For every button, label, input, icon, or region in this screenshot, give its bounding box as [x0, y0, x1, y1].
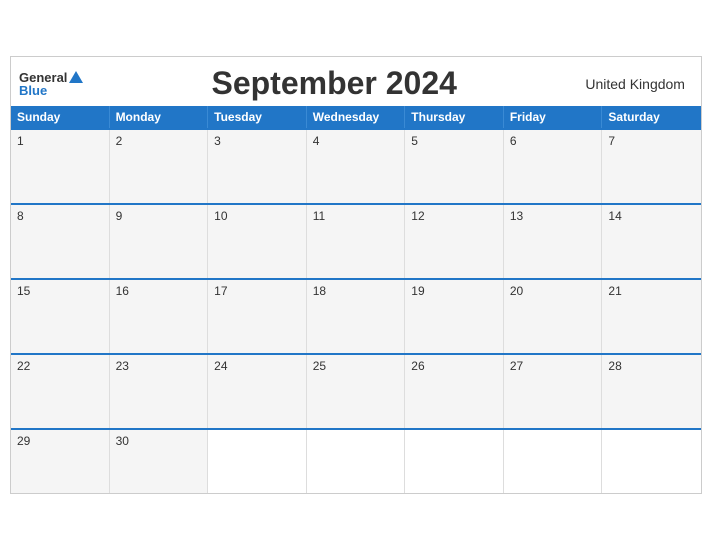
week-row-1: 1 2 3 4 5 6 7: [11, 128, 701, 203]
day-number-20: 20: [510, 284, 523, 298]
day-cell-27: 27: [504, 355, 603, 428]
empty-cell: [602, 430, 701, 493]
day-number-19: 19: [411, 284, 424, 298]
day-cell-11: 11: [307, 205, 406, 278]
day-cell-14: 14: [602, 205, 701, 278]
empty-cell: [307, 430, 406, 493]
day-cell-16: 16: [110, 280, 209, 353]
day-number-23: 23: [116, 359, 129, 373]
day-number-21: 21: [608, 284, 621, 298]
day-number-5: 5: [411, 134, 418, 148]
day-cell-19: 19: [405, 280, 504, 353]
calendar: General Blue September 2024 United Kingd…: [10, 56, 702, 494]
day-number-17: 17: [214, 284, 227, 298]
day-cell-24: 24: [208, 355, 307, 428]
day-number-7: 7: [608, 134, 615, 148]
day-number-3: 3: [214, 134, 221, 148]
day-number-10: 10: [214, 209, 227, 223]
month-title: September 2024: [211, 65, 456, 102]
day-number-11: 11: [313, 209, 325, 223]
day-number-22: 22: [17, 359, 30, 373]
header-monday: Monday: [110, 106, 209, 128]
day-cell-28: 28: [602, 355, 701, 428]
day-number-28: 28: [608, 359, 621, 373]
day-cell-22: 22: [11, 355, 110, 428]
day-cell-20: 20: [504, 280, 603, 353]
day-number-4: 4: [313, 134, 320, 148]
day-number-29: 29: [17, 434, 30, 448]
country-label: United Kingdom: [585, 76, 685, 92]
empty-cell: [405, 430, 504, 493]
day-cell-18: 18: [307, 280, 406, 353]
day-number-8: 8: [17, 209, 24, 223]
day-number-25: 25: [313, 359, 326, 373]
day-cell-6: 6: [504, 130, 603, 203]
day-number-2: 2: [116, 134, 123, 148]
day-cell-21: 21: [602, 280, 701, 353]
day-cell-1: 1: [11, 130, 110, 203]
logo: General Blue: [19, 71, 83, 97]
day-cell-12: 12: [405, 205, 504, 278]
day-cell-30: 30: [110, 430, 209, 493]
empty-cell: [208, 430, 307, 493]
day-cell-4: 4: [307, 130, 406, 203]
day-number-12: 12: [411, 209, 424, 223]
day-cell-7: 7: [602, 130, 701, 203]
day-cell-2: 2: [110, 130, 209, 203]
week-row-5: 29 30: [11, 428, 701, 493]
header-sunday: Sunday: [11, 106, 110, 128]
day-cell-26: 26: [405, 355, 504, 428]
day-number-24: 24: [214, 359, 227, 373]
header-thursday: Thursday: [405, 106, 504, 128]
header-friday: Friday: [504, 106, 603, 128]
logo-blue-text: Blue: [19, 84, 83, 97]
day-number-27: 27: [510, 359, 523, 373]
week-row-3: 15 16 17 18 19 20 21: [11, 278, 701, 353]
day-cell-23: 23: [110, 355, 209, 428]
day-number-14: 14: [608, 209, 621, 223]
day-cell-15: 15: [11, 280, 110, 353]
calendar-grid: 1234567891011121314151617181920212223242…: [11, 128, 701, 493]
day-number-30: 30: [116, 434, 129, 448]
week-row-4: 22 23 24 25 26 27 28: [11, 353, 701, 428]
day-number-6: 6: [510, 134, 517, 148]
day-cell-10: 10: [208, 205, 307, 278]
week-row-2: 8 9 10 11 12 13 14: [11, 203, 701, 278]
day-number-16: 16: [116, 284, 129, 298]
day-number-18: 18: [313, 284, 326, 298]
day-cell-25: 25: [307, 355, 406, 428]
logo-general-text: General: [19, 71, 67, 84]
empty-cell: [504, 430, 603, 493]
day-headers: Sunday Monday Tuesday Wednesday Thursday…: [11, 106, 701, 128]
logo-triangle-icon: [69, 71, 83, 83]
day-number-26: 26: [411, 359, 424, 373]
header-saturday: Saturday: [602, 106, 701, 128]
day-cell-3: 3: [208, 130, 307, 203]
day-number-15: 15: [17, 284, 30, 298]
day-cell-17: 17: [208, 280, 307, 353]
day-cell-13: 13: [504, 205, 603, 278]
day-number-9: 9: [116, 209, 123, 223]
day-cell-5: 5: [405, 130, 504, 203]
day-cell-8: 8: [11, 205, 110, 278]
day-number-1: 1: [17, 134, 24, 148]
header-wednesday: Wednesday: [307, 106, 406, 128]
day-cell-29: 29: [11, 430, 110, 493]
header-tuesday: Tuesday: [208, 106, 307, 128]
day-cell-9: 9: [110, 205, 209, 278]
calendar-header: General Blue September 2024 United Kingd…: [11, 57, 701, 106]
day-number-13: 13: [510, 209, 523, 223]
